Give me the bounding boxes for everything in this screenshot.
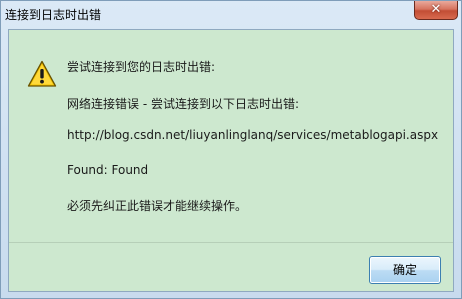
dialog-client-area: 尝试连接到您的日志时出错: 网络连接错误 - 尝试连接到以下日志时出错: htt… (8, 29, 454, 292)
message-line-1: 尝试连接到您的日志时出错: (67, 60, 216, 74)
close-button[interactable]: ✕ (414, 1, 458, 20)
error-url: http://blog.csdn.net/liuyanlinglanq/serv… (67, 128, 439, 142)
message-area: 尝试连接到您的日志时出错: 网络连接错误 - 尝试连接到以下日志时出错: htt… (9, 30, 453, 242)
message-line-5: 必须先纠正此错误才能继续操作。 (67, 199, 248, 213)
warning-icon (27, 60, 57, 87)
message-line-2: 网络连接错误 - 尝试连接到以下日志时出错: (67, 97, 300, 111)
message-line-4: Found: Found (67, 163, 149, 177)
title-bar[interactable]: 连接到日志时出错 ✕ (1, 1, 461, 28)
error-dialog-window: 连接到日志时出错 ✕ 尝试连接到您的日志时出错: 网络连接错误 - 尝试连接到以… (0, 0, 462, 299)
ok-button[interactable]: 确定 (369, 256, 441, 284)
window-title: 连接到日志时出错 (5, 8, 102, 22)
close-icon: ✕ (430, 2, 442, 17)
button-bar: 确定 (9, 242, 453, 291)
